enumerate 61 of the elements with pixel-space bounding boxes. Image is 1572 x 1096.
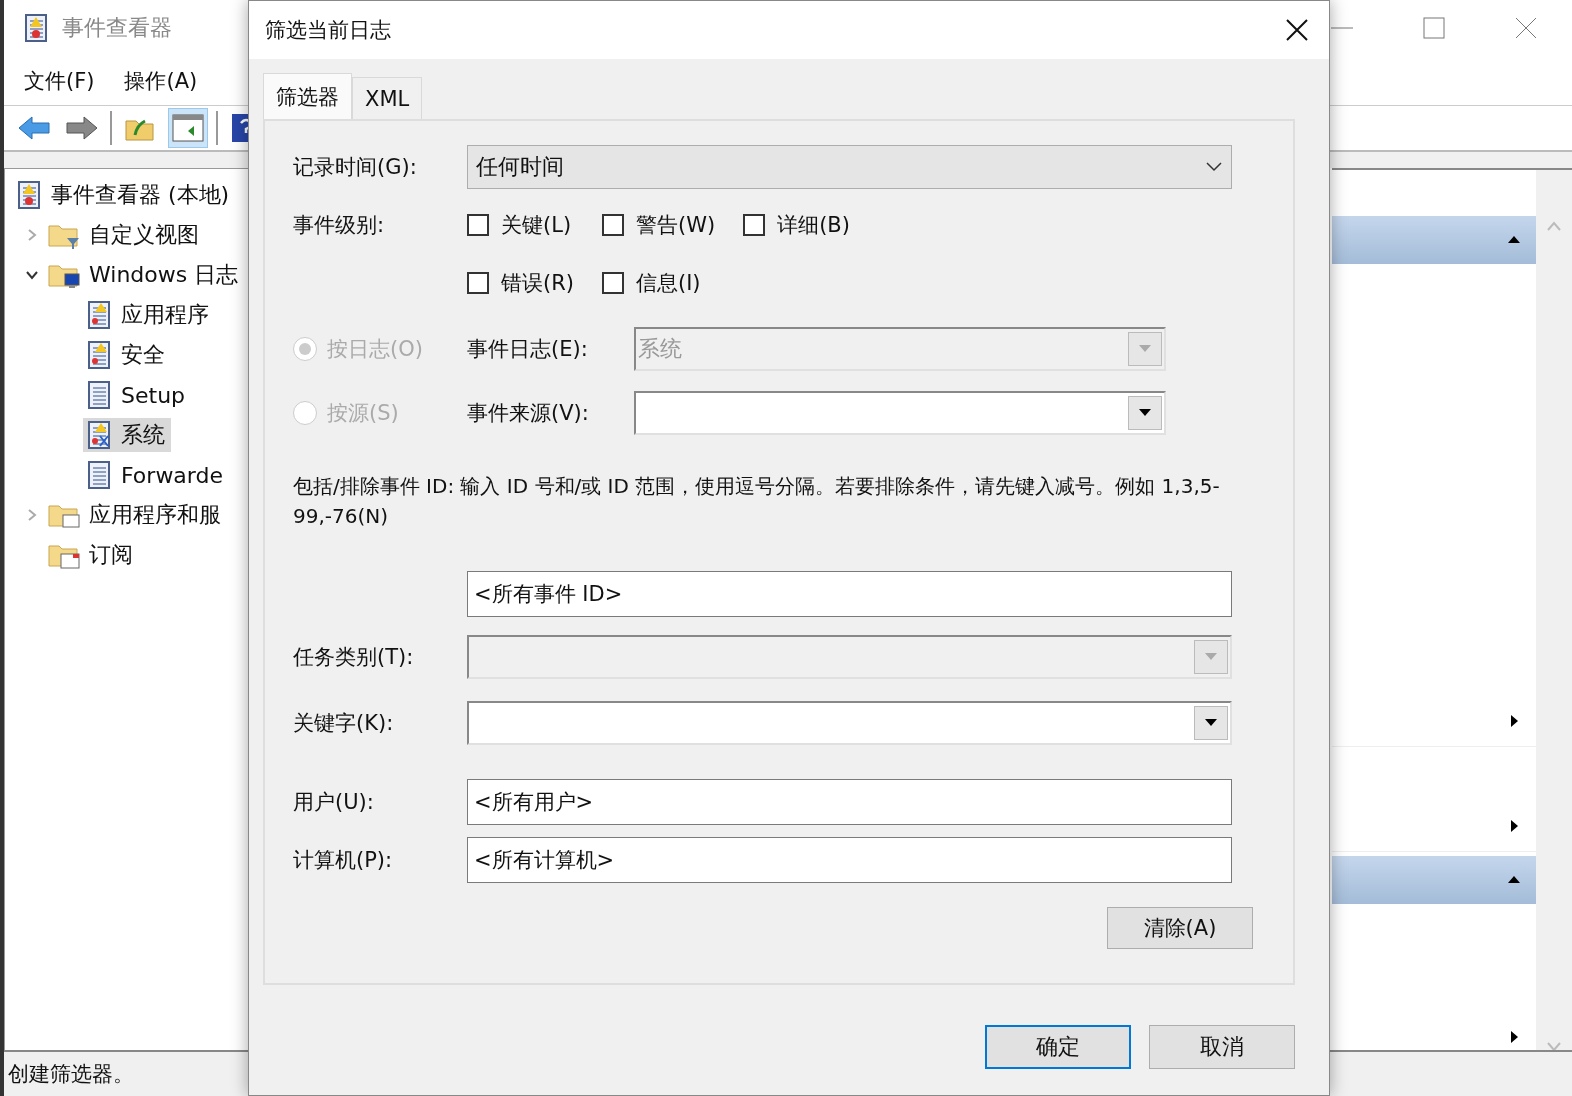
tree-item[interactable]: 事件查看器 (本地) <box>13 178 236 212</box>
tree-item[interactable]: 自定义视图 <box>45 218 205 252</box>
tree-item[interactable]: Setup <box>83 378 192 412</box>
log-system-icon <box>85 420 113 450</box>
tab[interactable]: 筛选器 <box>263 73 352 119</box>
maximize-icon <box>1423 17 1445 39</box>
window-title: 事件查看器 <box>62 14 172 42</box>
dialog-title: 筛选当前日志 <box>265 17 391 44</box>
panel-icon <box>172 114 204 142</box>
status-text: 创建筛选器。 <box>8 1061 134 1088</box>
event-log-icon <box>15 180 43 210</box>
field-label: 用户(U): <box>293 789 375 816</box>
dialog-button[interactable]: 取消 <box>1149 1025 1295 1069</box>
field-label: 计算机(P): <box>293 847 394 874</box>
keywords-dropdown[interactable] <box>467 701 1232 745</box>
log-warning-icon <box>85 340 113 370</box>
menu-item[interactable]: 文件(F) <box>24 66 95 95</box>
event-id-description: 包括/排除事件 ID: 输入 ID 号和/或 ID 范围，使用逗号分隔。若要排除条件，请先键入减号。例如 1,3,5-99,-76(N) <box>293 473 1221 530</box>
menu-item[interactable]: 操作(A) <box>124 66 198 95</box>
field-label: 关键字(K): <box>293 710 395 737</box>
tree-item[interactable]: Forwarde <box>83 458 229 492</box>
clear-button[interactable]: 清除(A) <box>1107 907 1253 949</box>
tree-item[interactable]: Windows 日志 <box>45 258 245 292</box>
close-icon <box>1285 18 1309 42</box>
field-label: 事件级别: <box>293 212 386 239</box>
field-label: 任务类别(T): <box>293 644 415 671</box>
back-arrow-icon <box>17 115 51 141</box>
tree-item[interactable]: 系统 <box>83 418 171 452</box>
field-label: 记录时间(G): <box>293 154 418 181</box>
level-checkbox[interactable]: 错误(R) <box>467 269 574 297</box>
level-checkbox[interactable]: 警告(W) <box>602 211 716 239</box>
event-id-field[interactable]: <所有事件 ID> <box>467 571 1232 617</box>
dialog-button[interactable]: 确定 <box>985 1025 1131 1069</box>
field-label: 事件日志(E): <box>467 336 589 363</box>
log-icon <box>85 380 113 410</box>
tree-item[interactable]: 订阅 <box>45 538 139 572</box>
minimize-icon <box>1331 27 1353 29</box>
scroll-up-icon[interactable] <box>1546 220 1562 232</box>
event-log-icon <box>22 13 50 43</box>
scrollbar[interactable] <box>1536 168 1572 1050</box>
actions-header[interactable] <box>1332 856 1536 904</box>
level-checkbox[interactable]: 关键(L) <box>467 211 574 239</box>
user-field[interactable]: <所有用户> <box>467 779 1232 825</box>
chevron-down-icon <box>1205 161 1223 173</box>
panel-toggle-button[interactable] <box>168 108 208 148</box>
level-checkbox[interactable]: 详细(B) <box>743 211 850 239</box>
computer-field[interactable]: <所有计算机> <box>467 837 1232 883</box>
forward-arrow-icon <box>65 115 99 141</box>
tab[interactable]: XML <box>352 77 423 119</box>
field-label: 事件来源(V): <box>467 400 590 427</box>
tree-item[interactable]: 应用程序 <box>83 298 215 332</box>
log-warning-icon <box>85 300 113 330</box>
help-icon <box>231 113 248 143</box>
close-icon <box>1515 17 1537 39</box>
tree-item[interactable]: 安全 <box>83 338 171 372</box>
tree-item[interactable]: 应用程序和服 <box>45 498 227 532</box>
level-checkbox[interactable]: 信息(I) <box>602 269 716 297</box>
time-dropdown[interactable]: 任何时间 <box>467 145 1232 189</box>
actions-header[interactable] <box>1332 216 1536 264</box>
log-icon <box>85 460 113 490</box>
scroll-down-icon[interactable] <box>1546 1041 1562 1050</box>
